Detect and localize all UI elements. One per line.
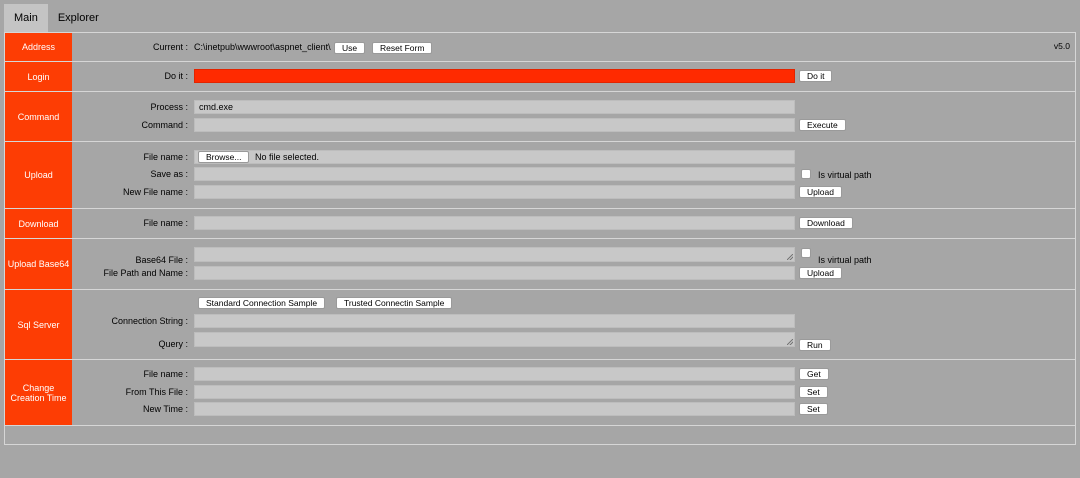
upload-file-input: Browse... No file selected. (194, 150, 795, 164)
process-input[interactable]: cmd.exe (194, 100, 795, 114)
reset-form-button[interactable]: Reset Form (372, 42, 433, 54)
base64-textarea[interactable] (194, 247, 795, 262)
login-section-label: Login (5, 62, 72, 91)
upload-file-label: File name : (143, 152, 188, 162)
from-file-input[interactable] (194, 385, 795, 399)
address-row: Address Current : C:\inetpub\wwwroot\asp… (5, 33, 1075, 62)
ctime-label-line1: Change (22, 382, 55, 393)
doit-button[interactable]: Do it (799, 70, 833, 82)
set-from-file-button[interactable]: Set (799, 386, 828, 398)
virtual-path-label: Is virtual path (818, 170, 872, 180)
connection-string-input[interactable] (194, 314, 795, 328)
login-row: Login Do it : Do it (5, 62, 1075, 92)
base64-file-label: Base64 File : (135, 255, 188, 265)
file-path-input[interactable] (194, 266, 795, 280)
download-button[interactable]: Download (799, 217, 853, 229)
download-file-input[interactable] (194, 216, 795, 230)
command-row: Command Process : cmd.exe Command : Exec… (5, 92, 1075, 142)
query-textarea[interactable] (194, 332, 795, 347)
ctime-file-label: File name : (143, 369, 188, 379)
command-section-label: Command (5, 92, 72, 141)
use-button[interactable]: Use (334, 42, 366, 54)
run-button[interactable]: Run (799, 339, 831, 351)
execute-button[interactable]: Execute (799, 119, 846, 131)
tab-main[interactable]: Main (4, 4, 48, 32)
query-resize-grip-icon[interactable] (787, 339, 793, 345)
download-section-label: Download (5, 209, 72, 238)
b64-virtual-path-checkbox[interactable] (801, 248, 811, 258)
b64-virtual-path-label: Is virtual path (818, 255, 872, 265)
upload-button[interactable]: Upload (799, 186, 842, 198)
change-creation-time-row: Change Creation Time File name : Get Fro… (5, 360, 1075, 426)
process-label: Process : (150, 102, 188, 112)
ctime-file-input[interactable] (194, 367, 795, 381)
upload-base64-section-label: Upload Base64 (5, 239, 72, 289)
command-label: Command : (141, 120, 188, 130)
upload-base64-button[interactable]: Upload (799, 267, 842, 279)
current-label: Current : (152, 42, 188, 52)
from-file-label: From This File : (125, 387, 188, 397)
download-file-label: File name : (143, 218, 188, 228)
new-time-label: New Time : (142, 404, 188, 414)
sql-section-label: Sql Server (5, 290, 72, 359)
upload-section-label: Upload (5, 142, 72, 208)
virtual-path-checkbox[interactable] (801, 169, 811, 179)
upload-base64-row: Upload Base64 Base64 File : Is virtual p… (5, 239, 1075, 290)
no-file-text: No file selected. (255, 152, 320, 162)
standard-connection-button[interactable]: Standard Connection Sample (198, 297, 326, 309)
ctime-section-label: Change Creation Time (5, 360, 72, 425)
tab-explorer[interactable]: Explorer (48, 4, 109, 32)
download-row: Download File name : Download (5, 209, 1075, 239)
resize-grip-icon[interactable] (787, 254, 793, 260)
browse-button[interactable]: Browse... (198, 151, 250, 163)
login-password-input[interactable] (194, 69, 795, 83)
command-input[interactable] (194, 118, 795, 132)
save-as-input[interactable] (194, 167, 795, 181)
set-new-time-button[interactable]: Set (799, 403, 828, 415)
new-file-input[interactable] (194, 185, 795, 199)
trusted-connection-button[interactable]: Trusted Connectin Sample (336, 297, 453, 309)
ctime-label-line2: Creation Time (10, 392, 67, 403)
get-button[interactable]: Get (799, 368, 829, 380)
new-time-input[interactable] (194, 402, 795, 416)
sql-server-row: Sql Server Standard Connection Sample Tr… (5, 290, 1075, 360)
tab-bar: Main Explorer (4, 4, 109, 32)
current-path: C:\inetpub\wwwroot\aspnet_client\ (194, 42, 331, 52)
file-path-label: File Path and Name : (103, 268, 188, 278)
new-file-label: New File name : (122, 187, 188, 197)
upload-row: Upload File name : Browse... No file sel… (5, 142, 1075, 209)
address-section-label: Address (5, 33, 72, 61)
connection-string-label: Connection String : (111, 316, 188, 326)
doit-label: Do it : (164, 71, 188, 81)
main-panel: v5.0 Address Current : C:\inetpub\wwwroo… (4, 32, 1076, 445)
save-as-label: Save as : (150, 169, 188, 179)
query-label: Query : (158, 339, 188, 349)
